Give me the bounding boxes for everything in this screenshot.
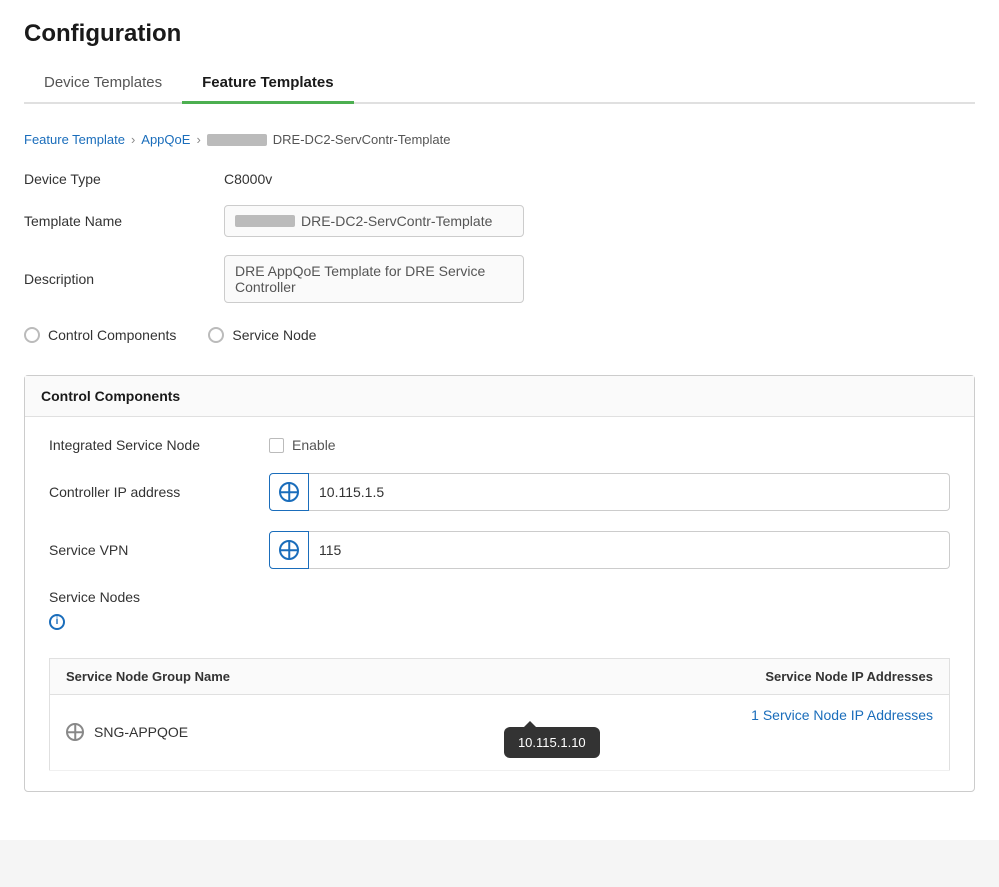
breadcrumb-current-text: DRE-DC2-ServContr-Template (273, 132, 451, 147)
template-name-redacted (235, 215, 295, 227)
template-name-row: Template Name DRE-DC2-ServContr-Template (24, 205, 975, 237)
integrated-service-node-row: Integrated Service Node Enable (49, 437, 950, 453)
device-type-value: C8000v (224, 171, 272, 187)
description-input[interactable]: DRE AppQoE Template for DRE Service Cont… (224, 255, 524, 303)
sng-name-cell: SNG-APPQOE (50, 694, 480, 770)
col-ip-addresses-header: Service Node IP Addresses (480, 658, 950, 694)
description-label: Description (24, 271, 224, 287)
radio-control-components-label: Control Components (48, 327, 176, 343)
tab-device-templates[interactable]: Device Templates (24, 64, 182, 104)
control-components-panel: Control Components Integrated Service No… (24, 375, 975, 792)
template-name-input-value: DRE-DC2-ServContr-Template (301, 213, 492, 229)
sng-name-value: SNG-APPQOE (94, 724, 188, 740)
service-nodes-info-icon[interactable]: i (49, 614, 65, 630)
radio-control-components[interactable]: Control Components (24, 327, 176, 343)
enable-label: Enable (292, 437, 336, 453)
main-content: Feature Template › AppQoE › DRE-DC2-Serv… (0, 104, 999, 840)
breadcrumb-appqoe[interactable]: AppQoE (141, 132, 190, 147)
sng-ip-link[interactable]: 1 Service Node IP Addresses (751, 707, 933, 723)
panel-body: Integrated Service Node Enable Controlle… (25, 417, 974, 791)
service-vpn-row: Service VPN (49, 531, 950, 569)
service-vpn-label: Service VPN (49, 542, 269, 558)
sng-tooltip-row: 10.115.1.10 (496, 727, 933, 758)
form-section: Device Type C8000v Template Name DRE-DC2… (24, 171, 975, 303)
col-group-name-header: Service Node Group Name (50, 658, 480, 694)
tab-bar: Device Templates Feature Templates (24, 64, 975, 104)
breadcrumb: Feature Template › AppQoE › DRE-DC2-Serv… (24, 120, 975, 147)
service-nodes-table: Service Node Group Name Service Node IP … (49, 658, 950, 771)
sng-tooltip: 10.115.1.10 (504, 727, 600, 758)
integrated-service-node-label: Integrated Service Node (49, 437, 269, 453)
service-nodes-table-body: SNG-APPQOE 1 Service Node IP Addresses 1… (50, 694, 950, 770)
breadcrumb-feature-template[interactable]: Feature Template (24, 132, 125, 147)
service-nodes-section: Service Nodes i Service Node Group Name … (49, 589, 950, 771)
controller-ip-globe-icon (279, 482, 299, 502)
enable-checkbox[interactable] (269, 438, 284, 453)
tab-feature-templates[interactable]: Feature Templates (182, 64, 353, 104)
device-type-row: Device Type C8000v (24, 171, 975, 187)
radio-group: Control Components Service Node (24, 327, 975, 343)
controller-ip-input[interactable] (309, 473, 950, 511)
radio-service-node[interactable]: Service Node (208, 327, 316, 343)
description-row: Description DRE AppQoE Template for DRE … (24, 255, 975, 303)
table-row: SNG-APPQOE 1 Service Node IP Addresses 1… (50, 694, 950, 770)
sng-ip-cell: 1 Service Node IP Addresses 10.115.1.10 (480, 694, 950, 770)
breadcrumb-redacted-block (207, 134, 267, 146)
service-vpn-globe-icon (279, 540, 299, 560)
service-vpn-input-group (269, 531, 950, 569)
template-name-label: Template Name (24, 213, 224, 229)
radio-service-node-label: Service Node (232, 327, 316, 343)
page-title: Configuration (24, 20, 975, 48)
service-vpn-input[interactable] (309, 531, 950, 569)
controller-ip-input-group (269, 473, 950, 511)
radio-control-components-circle (24, 327, 40, 343)
service-nodes-table-head: Service Node Group Name Service Node IP … (50, 658, 950, 694)
controller-ip-globe-btn[interactable] (269, 473, 309, 511)
breadcrumb-sep-1: › (131, 132, 135, 147)
description-input-value: DRE AppQoE Template for DRE Service Cont… (235, 263, 513, 295)
breadcrumb-sep-2: › (196, 132, 200, 147)
device-type-label: Device Type (24, 171, 224, 187)
template-name-input[interactable]: DRE-DC2-ServContr-Template (224, 205, 524, 237)
sng-globe-icon (66, 723, 84, 741)
radio-service-node-circle (208, 327, 224, 343)
controller-ip-row: Controller IP address (49, 473, 950, 511)
service-nodes-title: Service Nodes (49, 589, 950, 605)
service-vpn-globe-btn[interactable] (269, 531, 309, 569)
panel-header: Control Components (25, 376, 974, 417)
breadcrumb-current: DRE-DC2-ServContr-Template (207, 132, 451, 147)
controller-ip-label: Controller IP address (49, 484, 269, 500)
enable-checkbox-container: Enable (269, 437, 336, 453)
